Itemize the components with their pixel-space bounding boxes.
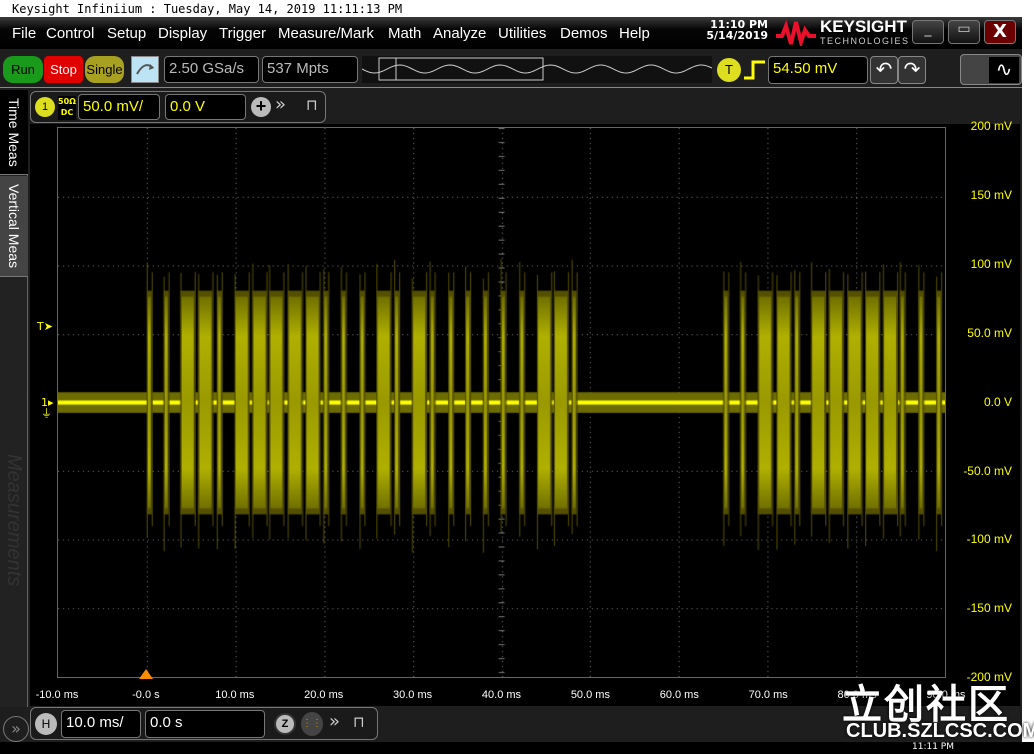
y-axis-label: -150 mV xyxy=(967,601,1012,615)
y-axis-label: 150 mV xyxy=(971,188,1012,202)
trigger-badge[interactable]: T xyxy=(717,58,741,82)
tab-time-meas[interactable]: Time Meas xyxy=(0,90,28,175)
vertical-scale-field[interactable]: 50.0 mV/ xyxy=(78,94,160,120)
x-axis-label: -10.0 ms xyxy=(22,689,92,701)
y-axis-label: -100 mV xyxy=(967,532,1012,546)
ground-icon: ⏚ xyxy=(41,407,52,420)
coupling: DC xyxy=(58,107,76,118)
waveform-canvas[interactable] xyxy=(57,127,946,678)
channel-1-badge[interactable]: 1 xyxy=(35,97,55,117)
pin-icon[interactable]: ⊓ xyxy=(306,96,318,114)
brand-sub: TECHNOLOGIES xyxy=(820,36,910,46)
pin-icon[interactable]: ⊓ xyxy=(353,713,365,731)
expand-icon[interactable]: » xyxy=(275,94,286,115)
impedance: 50Ω xyxy=(58,96,76,107)
y-axis-label: 200 mV xyxy=(971,119,1012,133)
tab-vertical-meas[interactable]: Vertical Meas xyxy=(0,176,28,277)
channel-coupling[interactable]: 50Ω DC xyxy=(58,96,76,120)
menu-analyze[interactable]: Analyze xyxy=(433,25,486,42)
menu-display[interactable]: Display xyxy=(158,25,207,42)
brand-name: KEYSIGHT xyxy=(820,18,907,35)
add-icon[interactable]: + xyxy=(251,97,271,117)
vertical-offset-field[interactable]: 0.0 V xyxy=(165,94,246,120)
minimize-button[interactable]: _ xyxy=(912,20,944,44)
run-button[interactable]: Run xyxy=(3,56,43,83)
taskbar-clock: 11:11 PM xyxy=(912,742,954,752)
watermark-url: CLUB.SZLCSC.COM xyxy=(846,720,1034,743)
trigger-marker-label: T xyxy=(37,320,44,333)
menu-trigger[interactable]: Trigger xyxy=(219,25,266,42)
horizontal-scale-field[interactable]: 10.0 ms/ xyxy=(61,710,141,738)
x-axis-label: 10.0 ms xyxy=(200,689,270,701)
auto-scale-icon[interactable] xyxy=(131,56,159,83)
memory-depth-field[interactable]: 537 Mpts xyxy=(262,56,358,83)
y-axis-label: 100 mV xyxy=(971,257,1012,271)
close-button[interactable]: X xyxy=(984,20,1016,44)
window-title: Keysight Infiniium : Tuesday, May 14, 20… xyxy=(0,0,1034,17)
expand-panel-icon[interactable]: » xyxy=(3,716,29,742)
x-axis-label: -0.0 s xyxy=(111,689,181,701)
menu-demos[interactable]: Demos xyxy=(560,25,608,42)
waveform-overview-navigator[interactable] xyxy=(362,56,712,83)
measurements-panel-label: Measurements xyxy=(0,420,28,620)
trigger-position-marker[interactable] xyxy=(139,669,153,679)
y-axis-label: 0.0 V xyxy=(984,395,1012,409)
undo-icon[interactable]: ↶ xyxy=(870,56,898,84)
menu-file[interactable]: File xyxy=(12,25,36,42)
sidebar: Time Meas Vertical Meas Measurements xyxy=(0,90,28,707)
trigger-level-field[interactable]: 54.50 mV xyxy=(768,56,868,84)
x-axis-label: 60.0 ms xyxy=(644,689,714,701)
clock: 11:10 PM 5/14/2019 xyxy=(700,19,768,41)
menu-math[interactable]: Math xyxy=(388,25,421,42)
x-axis-label: 40.0 ms xyxy=(467,689,537,701)
rising-edge-icon[interactable] xyxy=(743,58,767,82)
menu-setup[interactable]: Setup xyxy=(107,25,146,42)
redo-icon[interactable]: ↷ xyxy=(898,56,926,84)
menu-help[interactable]: Help xyxy=(619,25,650,42)
taskbar: 11:11 PM xyxy=(0,742,1034,754)
zoom-badge[interactable]: Z xyxy=(274,713,296,735)
channel-1-ground-marker[interactable]: 1▸ ⏚ xyxy=(41,397,54,419)
x-axis-label: 70.0 ms xyxy=(733,689,803,701)
menu-measure-mark[interactable]: Measure/Mark xyxy=(278,25,374,42)
horizontal-badge[interactable]: H xyxy=(35,713,57,735)
waveform-edit-icon[interactable]: ∿ xyxy=(989,57,1019,83)
x-axis-label: 50.0 ms xyxy=(555,689,625,701)
single-button[interactable]: Single xyxy=(85,56,124,83)
stop-button[interactable]: Stop xyxy=(44,56,83,83)
horizontal-position-field[interactable]: 0.0 s xyxy=(145,710,265,738)
expand-icon[interactable]: » xyxy=(329,711,340,732)
menu-utilities[interactable]: Utilities xyxy=(498,25,546,42)
horizontal-bar: H 10.0 ms/ 0.0 s Z ⋮⋮ » ⊓ xyxy=(30,707,378,740)
keysight-logo-icon xyxy=(776,20,816,46)
clock-date: 5/14/2019 xyxy=(700,30,768,41)
trigger-level-marker[interactable]: T➤ xyxy=(37,320,53,333)
y-axis-label: -50.0 mV xyxy=(963,464,1012,478)
sample-rate-field[interactable]: 2.50 GSa/s xyxy=(164,56,259,83)
x-axis-label: 20.0 ms xyxy=(289,689,359,701)
x-axis-label: 30.0 ms xyxy=(378,689,448,701)
channel-1-bar: 1 50Ω DC 50.0 mV/ 0.0 V + » ⊓ xyxy=(30,91,326,123)
menu-control[interactable]: Control xyxy=(46,25,94,42)
y-axis-label: 50.0 mV xyxy=(967,326,1012,340)
grid-icon[interactable]: ⋮⋮ xyxy=(301,712,323,736)
draw-box-toggle[interactable]: ∿ xyxy=(960,54,1022,85)
restore-button[interactable]: ▭ xyxy=(948,20,980,44)
